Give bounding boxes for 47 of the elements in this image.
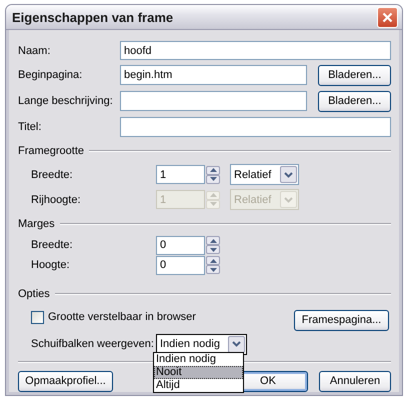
field-label: Breedte:	[30, 239, 74, 251]
number-field[interactable]: 0	[156, 256, 205, 274]
browse-button[interactable]: Bladeren...	[318, 90, 391, 112]
spin-up-button[interactable]	[206, 166, 220, 174]
field-label: Schuifbalken weergeven:	[30, 338, 155, 350]
dialog-button[interactable]: Opmaakprofiel...	[18, 371, 113, 392]
field-label: Lange beschrijving:	[18, 95, 114, 107]
group-label: Framegrootte	[18, 145, 84, 157]
chevron-down-icon	[284, 196, 293, 202]
text-field[interactable]	[120, 91, 308, 111]
field-label: Rijhoogte:	[30, 194, 82, 206]
chevron-down-icon	[284, 172, 293, 178]
close-button[interactable]	[377, 6, 398, 28]
number-field[interactable]: 0	[156, 236, 205, 254]
field-label: Titel:	[18, 121, 42, 133]
spin-down-button[interactable]	[206, 265, 220, 274]
text-field[interactable]	[120, 117, 391, 137]
dropdown-option[interactable]: Nooit	[154, 366, 243, 379]
chevron-down-icon	[232, 341, 241, 347]
text-field[interactable]: begin.htm	[120, 65, 308, 85]
close-icon	[382, 12, 393, 22]
window-title: Eigenschappen van frame	[12, 10, 174, 24]
spin-down-button[interactable]	[206, 174, 220, 184]
up-arrow-icon	[210, 258, 216, 262]
dialog-button[interactable]: Annuleren	[319, 371, 391, 392]
spin-down-button[interactable]	[206, 245, 220, 254]
group-label: Opties	[18, 288, 50, 300]
scrollbars-dropdown[interactable]: Indien nodig	[156, 334, 247, 354]
checkbox-label: Grootte verstelbaar in browser	[48, 311, 196, 323]
down-arrow-icon	[210, 268, 216, 272]
field-label: Hoogte:	[30, 259, 71, 271]
down-arrow-icon	[210, 248, 216, 252]
text-field[interactable]: hoofd	[120, 41, 391, 60]
down-arrow-icon	[210, 177, 216, 181]
framespagina-button[interactable]: Framespagina...	[294, 310, 389, 330]
browse-button[interactable]: Bladeren...	[318, 64, 391, 86]
spin-up-button[interactable]	[206, 236, 220, 245]
unit-dropdown[interactable]: Relatief	[230, 164, 299, 185]
checkbox[interactable]	[31, 310, 44, 324]
field-label: Naam:	[18, 44, 52, 56]
group-label: Marges	[18, 218, 55, 230]
number-field[interactable]: 1	[156, 165, 205, 184]
up-arrow-icon	[210, 238, 216, 242]
up-arrow-icon	[210, 168, 216, 172]
field-label: Beginpagina:	[18, 69, 84, 81]
spin-up-button[interactable]	[206, 256, 220, 265]
field-label: Breedte:	[30, 168, 74, 180]
